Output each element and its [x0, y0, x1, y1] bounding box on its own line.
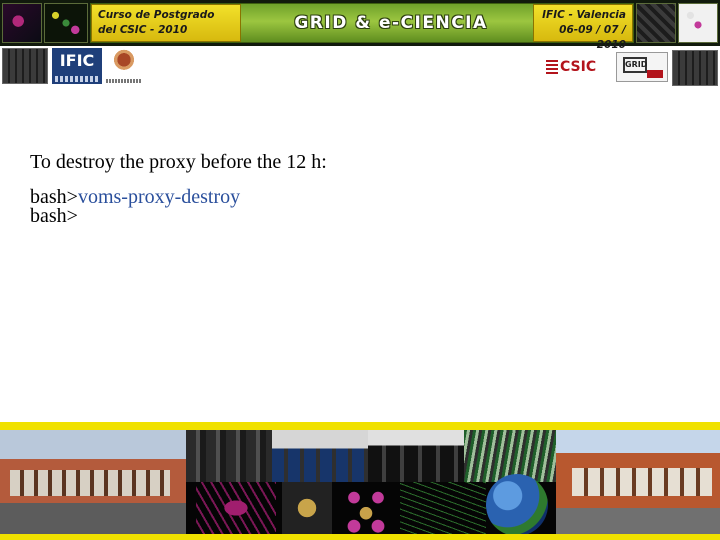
server-rack-image — [2, 48, 48, 84]
footer-photo-strip — [0, 430, 720, 536]
dna-image — [2, 3, 42, 43]
particle-tracks-image — [400, 482, 486, 534]
earth-globe-image — [486, 474, 548, 536]
shell-prompt-2: bash> — [30, 205, 78, 227]
university-seal-logo — [106, 49, 142, 83]
logo-row: IFIC CSIC GRID — [0, 46, 720, 88]
command-line: bash>voms-proxy-destroy — [30, 186, 690, 208]
course-title-strip: Curso de Postgrado del CSIC - 2010 GRID … — [90, 3, 634, 51]
seal-caption — [106, 79, 142, 83]
molecule-image — [44, 3, 88, 43]
science-images-band — [186, 474, 556, 536]
course-title: GRID & e-CIENCIA — [294, 13, 488, 33]
shell-prompt-line: bash> — [30, 205, 690, 227]
building-photo-right — [556, 430, 720, 534]
network-image — [636, 3, 676, 43]
csic-mark-icon — [546, 60, 558, 74]
course-name-box: Curso de Postgrado del CSIC - 2010 — [91, 4, 241, 42]
header-banner: Curso de Postgrado del CSIC - 2010 GRID … — [0, 0, 720, 51]
grid-logo-text: GRID — [623, 57, 647, 73]
ific-logo-text: IFIC — [59, 51, 95, 70]
dna-helix-image — [196, 482, 276, 534]
grid-logo-mark-icon — [647, 70, 663, 78]
csic-logo-text: CSIC — [560, 59, 597, 75]
footer-bottom-border — [0, 534, 720, 540]
molecule-image-right — [678, 3, 718, 43]
ific-logo: IFIC — [52, 48, 102, 84]
chip-image — [282, 482, 332, 534]
grid-csic-logo: GRID — [616, 52, 668, 82]
molecule-structure-image — [336, 482, 396, 534]
course-venue-box: IFIC - Valencia 06-09 / 07 / 2010 — [533, 4, 633, 51]
course-name-line2: del CSIC - 2010 — [98, 24, 188, 36]
csic-logo: CSIC — [546, 56, 610, 78]
seal-emblem-icon — [114, 49, 134, 73]
destroy-command: voms-proxy-destroy — [77, 186, 241, 208]
slide-lead-text: To destroy the proxy before the 12 h: — [30, 151, 327, 173]
building-photo-left — [0, 430, 186, 534]
footer-divider — [0, 422, 720, 430]
ific-logo-subtitle — [55, 76, 99, 82]
command-example: bash>voms-proxy-destroy bash> — [30, 186, 690, 227]
course-venue: IFIC - Valencia — [542, 9, 626, 21]
server-rack-image-right — [672, 50, 718, 86]
slide-content: To destroy the proxy before the 12 h: ba… — [30, 150, 690, 226]
course-name-line1: Curso de Postgrado — [98, 9, 215, 21]
